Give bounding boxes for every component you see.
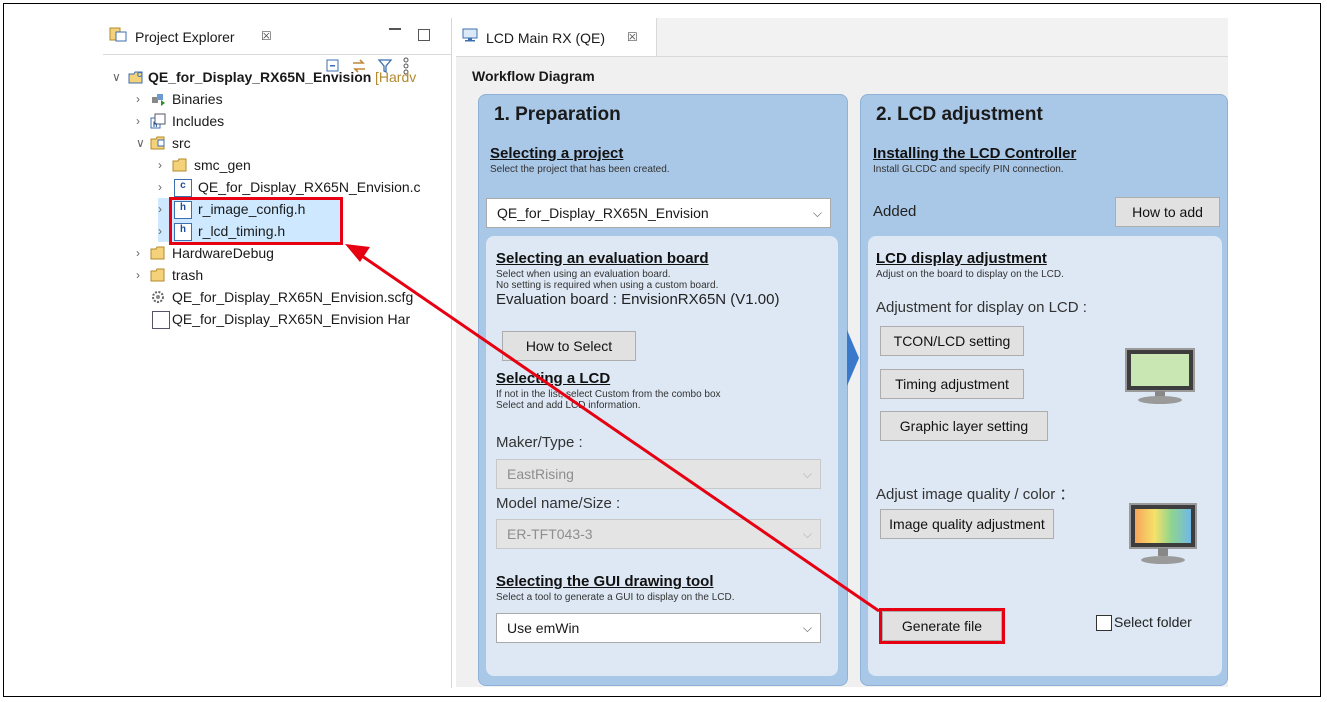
callout-arrow	[345, 244, 880, 613]
